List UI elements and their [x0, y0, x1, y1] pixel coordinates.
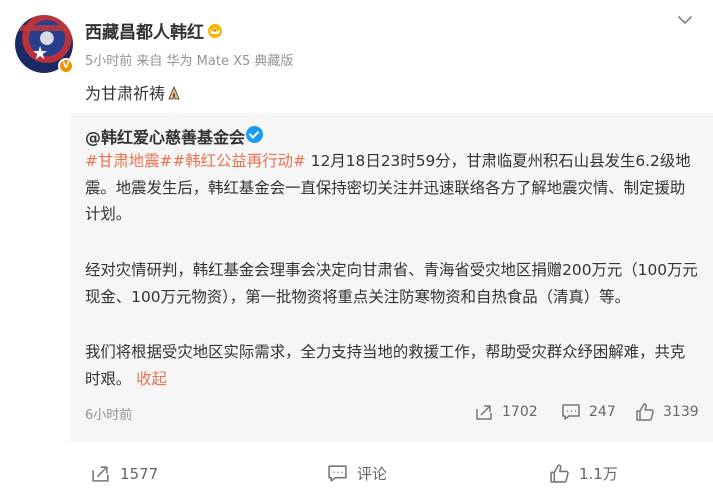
post-meta: 5小时前 来自 华为 Mate X5 典藏版 [85, 54, 294, 69]
collapse-link[interactable]: 收起 [136, 370, 167, 388]
original-author[interactable]: @韩红爱心慈善基金会 [85, 124, 245, 148]
original-repost-button[interactable]: 1702 [474, 402, 538, 422]
repost-icon [476, 405, 492, 420]
repost-paragraph-3: 我们将根据受灾地区实际需求，全力支持当地的救援工作，帮助受灾群众纾困解难，共克时… [85, 339, 700, 392]
original-like-count: 3139 [663, 404, 699, 420]
like-icon [636, 403, 654, 421]
paragraph-3-text: 我们将根据受灾地区实际需求，全力支持当地的救援工作，帮助受灾群众纾困解难，共克时… [85, 343, 686, 388]
author-name[interactable]: 西藏昌都人韩红 [85, 18, 204, 43]
comment-button[interactable]: 评论 [327, 463, 387, 484]
original-timestamp: 6小时前 [85, 408, 133, 423]
post-action-bar: 1577 评论 1.1万 [0, 452, 713, 492]
avatar-star-icon: ★ [32, 43, 49, 64]
repost-paragraph-2: 经对灾情研判，韩红基金会理事会决定向甘肃省、青海省受灾地区捐赠200万元（100… [85, 261, 698, 306]
chevron-down-icon[interactable] [676, 11, 694, 29]
verified-check-icon [246, 126, 263, 143]
repost-paragraph-1: #甘肃地震##韩红公益再行动# 12月18日23时59分，甘肃临夏州积石山县发生… [85, 148, 700, 228]
member-crown-icon [208, 24, 222, 38]
post-text-content: 为甘肃祈祷 [85, 84, 166, 103]
hashtag-hanhong-charity[interactable]: #韩红公益再行动# [172, 152, 306, 170]
like-icon [550, 464, 569, 483]
like-button[interactable]: 1.1万 [549, 463, 618, 484]
comment-label: 评论 [357, 465, 388, 483]
pray-emoji-icon [168, 85, 180, 100]
repost-count: 1577 [120, 464, 159, 483]
original-comment-count: 247 [589, 404, 616, 420]
comment-icon [328, 465, 347, 482]
repost-button[interactable]: 1577 [90, 463, 158, 484]
post-text: 为甘肃祈祷 [85, 80, 182, 104]
avatar-band [15, 25, 73, 31]
repost-icon [92, 466, 109, 482]
reposted-content[interactable]: @韩红爱心慈善基金会 #甘肃地震##韩红公益再行动# 12月18日23时59分，… [70, 113, 713, 442]
original-comment-button[interactable]: 247 [561, 402, 616, 422]
verified-badge-icon: V [58, 58, 74, 74]
like-count: 1.1万 [579, 465, 618, 483]
original-like-button[interactable]: 3139 [635, 402, 699, 422]
hashtag-gansu-earthquake[interactable]: #甘肃地震# [85, 152, 172, 170]
original-repost-count: 1702 [502, 404, 538, 420]
comment-icon [562, 404, 580, 420]
